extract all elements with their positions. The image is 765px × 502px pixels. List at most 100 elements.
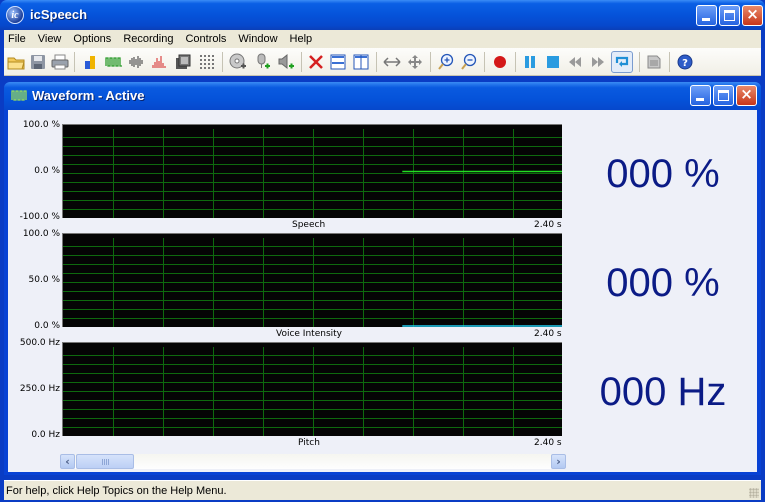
maximize-icon	[718, 90, 729, 101]
help-icon: ?	[677, 54, 693, 70]
zoom-in-button[interactable]	[436, 52, 456, 72]
waveform-icon	[11, 90, 27, 101]
stop-button[interactable]	[543, 52, 563, 72]
speech-y-max-label: 100.0 %	[22, 120, 60, 130]
fast-forward-icon	[592, 57, 604, 67]
minimize-button[interactable]	[696, 5, 717, 26]
voice-intensity-plot[interactable]	[62, 233, 562, 327]
intensity-icon	[129, 56, 143, 68]
menu-file[interactable]: File	[4, 33, 32, 45]
child-window-title: Waveform - Active	[32, 88, 145, 103]
move-icon	[408, 55, 422, 69]
speaker-add-icon	[278, 53, 294, 70]
close-icon: ×	[746, 5, 759, 23]
red-x-icon	[309, 55, 323, 69]
pitch-y-max-label: 500.0 Hz	[19, 338, 60, 348]
toolbar: ?	[4, 48, 761, 76]
document-icon	[647, 55, 661, 69]
tile-horizontal-button[interactable]	[328, 52, 348, 72]
zoom-out-button[interactable]	[459, 52, 479, 72]
menu-controls[interactable]: Controls	[179, 33, 232, 45]
scroll-thumb[interactable]	[76, 454, 134, 469]
status-bar: For help, click Help Topics on the Help …	[4, 480, 761, 500]
resize-grip-icon[interactable]	[749, 488, 759, 498]
title-bar: ic icSpeech ×	[0, 0, 765, 30]
save-button[interactable]	[28, 52, 48, 72]
tile-horizontal-icon	[330, 54, 346, 70]
print-button[interactable]	[50, 52, 70, 72]
speech-label: Speech	[292, 220, 326, 230]
child-minimize-button[interactable]	[690, 85, 711, 106]
toolbar-separator	[515, 52, 516, 72]
child-maximize-button[interactable]	[713, 85, 734, 106]
record-button[interactable]	[490, 52, 510, 72]
pause-button[interactable]	[520, 52, 540, 72]
rewind-icon	[569, 57, 581, 67]
menu-window[interactable]: Window	[232, 33, 283, 45]
toolbar-separator	[74, 52, 75, 72]
menu-recording[interactable]: Recording	[117, 33, 179, 45]
intensity-y-mid-label: 50.0 %	[28, 275, 60, 285]
menu-options[interactable]: Options	[67, 33, 117, 45]
pause-icon	[525, 56, 535, 68]
toolbar-separator	[301, 52, 302, 72]
toolbar-separator	[484, 52, 485, 72]
loop-icon	[615, 56, 629, 67]
speech-y-mid-label: 0.0 %	[34, 166, 60, 176]
stretch-button[interactable]	[382, 52, 402, 72]
minimize-icon	[702, 18, 710, 21]
tile-vertical-icon	[353, 54, 369, 70]
menu-bar: File View Options Recording Controls Win…	[4, 30, 761, 48]
toolbar-separator	[430, 52, 431, 72]
film-button[interactable]	[173, 52, 193, 72]
close-icon: ×	[740, 85, 753, 103]
fast-forward-button[interactable]	[588, 52, 608, 72]
speech-plot[interactable]	[62, 124, 562, 218]
microphone-add-icon	[257, 53, 270, 69]
scroll-right-button[interactable]: ›	[551, 454, 566, 469]
close-button[interactable]: ×	[742, 5, 763, 26]
record-icon	[494, 56, 506, 68]
zoom-out-icon	[461, 53, 477, 70]
notes-button[interactable]	[644, 52, 664, 72]
floppy-icon	[31, 55, 45, 69]
add-speaker-button[interactable]	[276, 52, 296, 72]
add-source-button[interactable]	[228, 52, 248, 72]
pitch-y-mid-label: 250.0 Hz	[19, 384, 60, 394]
grid-button[interactable]	[197, 52, 217, 72]
spectrum-icon	[152, 56, 166, 68]
voice-intensity-label: Voice Intensity	[276, 329, 342, 339]
intensity-button[interactable]	[127, 52, 147, 72]
app-logo-icon[interactable]: ic	[6, 6, 24, 24]
menu-help[interactable]: Help	[284, 33, 319, 45]
horizontal-arrows-icon	[383, 57, 401, 67]
open-button[interactable]	[6, 52, 26, 72]
speech-time-end: 2.40 s	[534, 220, 562, 230]
bar-chart-button[interactable]	[80, 52, 100, 72]
pitch-plot[interactable]	[62, 342, 562, 436]
child-close-button[interactable]: ×	[736, 85, 757, 106]
folder-icon	[7, 57, 25, 70]
help-button[interactable]: ?	[675, 52, 695, 72]
rewind-button[interactable]	[565, 52, 585, 72]
spectrum-button[interactable]	[150, 52, 170, 72]
toolbar-separator	[222, 52, 223, 72]
tile-vertical-button[interactable]	[351, 52, 371, 72]
loop-button[interactable]	[611, 51, 633, 73]
waveform-button[interactable]	[104, 52, 124, 72]
printer-icon	[51, 54, 69, 70]
svg-text:?: ?	[682, 58, 688, 69]
scroll-left-button[interactable]: ‹	[60, 454, 75, 469]
waveform-icon	[105, 57, 122, 67]
horizontal-scrollbar[interactable]: ‹ ›	[60, 454, 566, 469]
voice-intensity-time-end: 2.40 s	[534, 329, 562, 339]
grid-icon	[200, 55, 214, 69]
maximize-icon	[724, 10, 735, 21]
maximize-button[interactable]	[719, 5, 740, 26]
delete-button[interactable]	[306, 52, 326, 72]
move-button[interactable]	[405, 52, 425, 72]
add-microphone-button[interactable]	[252, 52, 272, 72]
toolbar-separator	[669, 52, 670, 72]
pitch-time-end: 2.40 s	[534, 438, 562, 448]
menu-view[interactable]: View	[32, 33, 68, 45]
